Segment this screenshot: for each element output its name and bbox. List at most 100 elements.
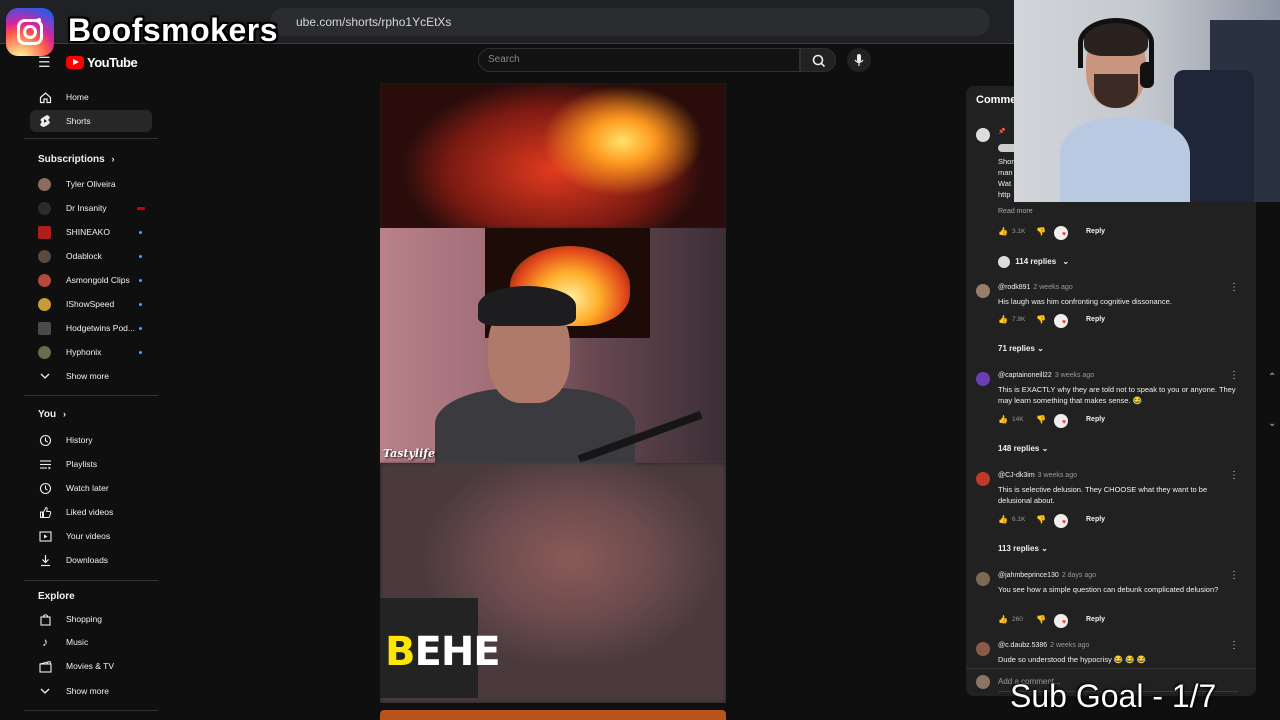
new-content-dot: [139, 327, 142, 330]
chevron-down-icon: [38, 369, 52, 383]
comment-item: @jahmbeprince130 2 days ago You see how a…: [976, 570, 1246, 632]
thumbs-down-icon[interactable]: 👎: [1036, 615, 1046, 624]
comment-author[interactable]: @captainoneill22 3 weeks ago: [998, 372, 1094, 379]
sidebar-item-label: Dr Insanity: [66, 203, 107, 213]
shorts-video-player[interactable]: Tastylife BEHE: [380, 83, 726, 703]
comment-author[interactable]: @CJ-dk3im 3 weeks ago: [998, 472, 1077, 479]
sidebar-item-label: History: [66, 435, 93, 445]
search-button[interactable]: [800, 48, 836, 72]
sidebar-item-subscription[interactable]: Hyphonix: [30, 341, 152, 363]
sidebar-item-your-videos[interactable]: Your videos: [30, 525, 152, 547]
sidebar-item-label: Movies & TV: [66, 661, 115, 671]
comment-text: This is selective delusion. They CHOOSE …: [998, 485, 1208, 505]
replies-count: 113 replies: [998, 544, 1039, 553]
more-options-icon[interactable]: ⋮: [1229, 282, 1239, 293]
more-options-icon[interactable]: ⋮: [1229, 470, 1239, 481]
sidebar-item-label: Music: [66, 637, 89, 647]
more-options-icon[interactable]: ⋮: [1229, 640, 1239, 651]
sidebar-item-subscription[interactable]: Hodgetwins Pod...: [30, 317, 152, 339]
you-heading[interactable]: You ›: [38, 409, 66, 420]
channel-avatar: [38, 177, 51, 191]
comment-author[interactable]: @rodk891 2 weeks ago: [998, 284, 1073, 291]
reply-button[interactable]: Reply: [1086, 228, 1105, 235]
search-input[interactable]: [478, 48, 800, 72]
creator-avatar: [998, 256, 1010, 268]
url-text[interactable]: ube.com/shorts/rpho1YcEtXs: [296, 15, 451, 29]
reply-button[interactable]: Reply: [1086, 316, 1105, 323]
search-icon: [812, 54, 826, 68]
chevron-down-icon: ⌄: [1041, 444, 1049, 453]
thumbs-up-icon[interactable]: 👍: [998, 315, 1008, 324]
thumbs-up-icon[interactable]: 👍: [998, 615, 1008, 624]
channel-avatar: [38, 201, 51, 215]
chevron-up-icon[interactable]: ⌃: [1268, 372, 1276, 383]
sidebar-divider: [24, 580, 158, 581]
creator-heart-icon: [1054, 314, 1068, 328]
show-more-explore[interactable]: Show more: [30, 680, 152, 702]
hamburger-menu-icon[interactable]: ☰: [38, 54, 52, 71]
caption-rest: EHE: [414, 629, 501, 675]
sidebar-item-downloads[interactable]: Downloads: [30, 549, 152, 571]
thumbs-up-icon[interactable]: 👍: [998, 227, 1008, 236]
sidebar-divider: [24, 395, 158, 396]
headset-icon: [1078, 18, 1154, 68]
sidebar-item-liked-videos[interactable]: Liked videos: [30, 501, 152, 523]
youtube-logo[interactable]: YouTube: [66, 54, 138, 70]
channel-avatar: [38, 321, 51, 335]
subscriptions-heading[interactable]: Subscriptions ›: [38, 154, 114, 165]
sidebar-item-shorts[interactable]: Shorts: [30, 110, 152, 132]
creator-heart-icon: [1054, 514, 1068, 528]
comment-item: @rodk891 2 weeks ago His laugh was him co…: [976, 282, 1246, 364]
chevron-down-icon[interactable]: ⌄: [1268, 418, 1276, 429]
live-indicator: [137, 207, 145, 210]
read-more-link[interactable]: Read more: [998, 208, 1033, 215]
replies-count: 148 replies: [998, 444, 1040, 453]
sidebar-item-subscription[interactable]: Asmongold Clips: [30, 269, 152, 291]
view-replies-button[interactable]: 113 replies ⌄: [998, 544, 1048, 553]
replies-count: 114 replies: [1015, 257, 1057, 267]
view-replies-button[interactable]: 114 replies ⌄: [998, 256, 1069, 268]
more-options-icon[interactable]: ⋮: [1229, 570, 1239, 581]
creator-heart-icon: [1054, 226, 1068, 240]
home-icon: [38, 90, 52, 104]
sidebar-item-label: Asmongold Clips: [66, 275, 130, 285]
sidebar-item-watch-later[interactable]: Watch later: [30, 477, 152, 499]
show-more-subscriptions[interactable]: Show more: [30, 365, 152, 387]
like-count: 14K: [1012, 416, 1024, 423]
thumbs-down-icon[interactable]: 👎: [1036, 227, 1046, 236]
user-avatar: [976, 675, 990, 689]
view-replies-button[interactable]: 71 replies ⌄: [998, 344, 1044, 353]
comment-author[interactable]: @jahmbeprince130 2 days ago: [998, 572, 1096, 579]
instagram-handle: Boofsmokers: [68, 12, 278, 48]
sidebar-item-subscription[interactable]: Dr Insanity: [30, 197, 152, 219]
sidebar-item-label: Odablock: [66, 251, 102, 261]
view-replies-button[interactable]: 148 replies ⌄: [998, 444, 1048, 453]
sidebar-item-shopping[interactable]: Shopping: [30, 608, 152, 630]
next-short-preview[interactable]: [380, 710, 726, 720]
channel-avatar: [38, 273, 51, 287]
thumbs-down-icon[interactable]: 👎: [1036, 315, 1046, 324]
comment-author[interactable]: @c.daubz.5386 2 weeks ago: [998, 642, 1089, 649]
sidebar-item-subscription[interactable]: SHINEAKO: [30, 221, 152, 243]
reply-button[interactable]: Reply: [1086, 616, 1105, 623]
thumbs-up-icon[interactable]: 👍: [998, 515, 1008, 524]
your-videos-icon: [38, 529, 52, 543]
reply-button[interactable]: Reply: [1086, 416, 1105, 423]
sidebar-item-home[interactable]: Home: [30, 86, 152, 108]
sidebar-item-subscription[interactable]: Odablock: [30, 245, 152, 267]
sidebar-item-history[interactable]: History: [30, 429, 152, 451]
creator-heart-icon: [1054, 614, 1068, 628]
thumbs-up-icon[interactable]: 👍: [998, 415, 1008, 424]
sidebar-item-music[interactable]: ♪ Music: [30, 631, 152, 653]
sidebar-item-subscription[interactable]: Tyler Oliveira: [30, 173, 152, 195]
reply-button[interactable]: Reply: [1086, 516, 1105, 523]
sidebar-item-movies-tv[interactable]: Movies & TV: [30, 655, 152, 677]
comment-item: @CJ-dk3im 3 weeks ago This is selective d…: [976, 470, 1246, 562]
voice-search-button[interactable]: [847, 48, 871, 72]
thumbs-down-icon[interactable]: 👎: [1036, 515, 1046, 524]
sidebar-item-playlists[interactable]: Playlists: [30, 453, 152, 475]
more-options-icon[interactable]: ⋮: [1229, 370, 1239, 381]
sidebar-item-subscription[interactable]: IShowSpeed: [30, 293, 152, 315]
replies-count: 71 replies: [998, 344, 1035, 353]
thumbs-down-icon[interactable]: 👎: [1036, 415, 1046, 424]
